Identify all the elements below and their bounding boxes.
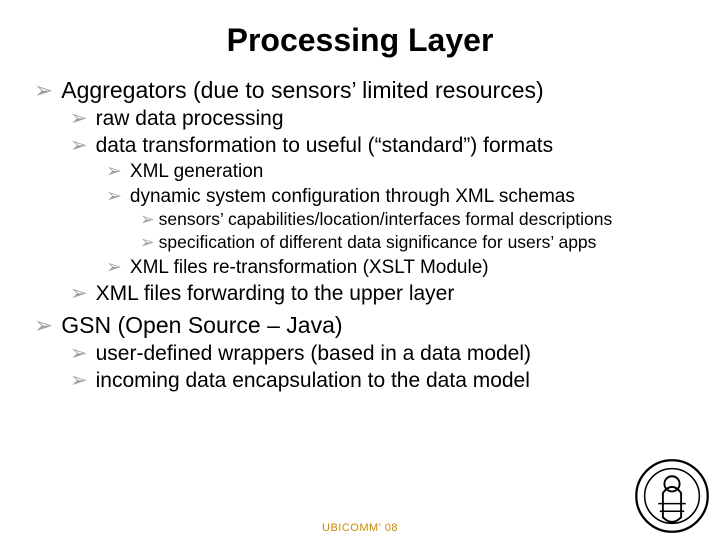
bullet-l2: data transformation to useful (“standard… [70,133,686,279]
footer-text: UBICOMM’ 08 [0,522,720,534]
bullet-l4: sensors’ capabilities/location/interface… [140,209,686,231]
bullet-text: Aggregators (due to sensors’ limited res… [61,77,543,103]
seal-icon [634,458,710,534]
bullet-l2: user-defined wrappers (based in a data m… [70,341,686,366]
slide-title: Processing Layer [34,22,686,59]
bullet-text: GSN (Open Source – Java) [61,312,342,338]
bullet-text: sensors’ capabilities/location/interface… [159,209,613,229]
slide: Processing Layer Aggregators (due to sen… [0,0,720,540]
bullet-text: XML generation [130,161,263,182]
bullet-text: raw data processing [96,107,284,130]
bullet-text: XML files forwarding to the upper layer [96,282,455,305]
bullet-text: specification of different data signific… [159,232,597,252]
bullet-text: XML files re-transformation (XSLT Module… [130,257,489,278]
bullet-text: user-defined wrappers (based in a data m… [96,342,531,365]
bullet-list: Aggregators (due to sensors’ limited res… [34,77,686,393]
bullet-l1: GSN (Open Source – Java) user-defined wr… [34,312,686,393]
bullet-text: incoming data encapsulation to the data … [96,369,530,392]
bullet-l1: Aggregators (due to sensors’ limited res… [34,77,686,306]
bullet-l3: XML generation [106,160,686,183]
bullet-text: dynamic system configuration through XML… [130,186,575,207]
bullet-l2: incoming data encapsulation to the data … [70,368,686,393]
bullet-text: data transformation to useful (“standard… [96,134,554,157]
bullet-l2: XML files forwarding to the upper layer [70,281,686,306]
bullet-l4: specification of different data signific… [140,232,686,254]
bullet-l2: raw data processing [70,106,686,131]
bullet-l3: dynamic system configuration through XML… [106,185,686,254]
bullet-l3: XML files re-transformation (XSLT Module… [106,256,686,279]
